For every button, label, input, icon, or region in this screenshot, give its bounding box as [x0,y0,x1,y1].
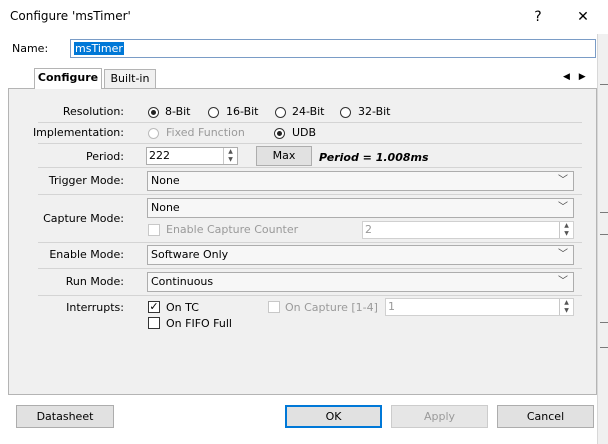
period-value: 222 [149,149,170,162]
chevron-down-icon: ﹀ [558,249,568,260]
enable-capture-counter-checkbox[interactable] [148,224,160,236]
ok-button[interactable]: OK [285,405,382,428]
row-divider [38,122,582,123]
name-field[interactable]: msTimer [70,39,596,58]
period-input[interactable]: 222 ▲ ▼ [146,147,238,165]
on-capture-checkbox[interactable] [268,301,280,313]
on-fifo-full-checkbox[interactable] [148,317,160,329]
row-divider [38,295,582,296]
capture-mode-select[interactable]: None ﹀ [147,198,574,218]
capture-mode-label: Capture Mode: [43,212,124,225]
window-title: Configure 'msTimer' [10,9,131,23]
spinner-arrows-icon[interactable]: ▲ ▼ [559,299,573,315]
chevron-down-icon: ﹀ [558,175,568,186]
radio-fixed-function[interactable] [148,128,159,139]
max-button[interactable]: Max [256,146,312,166]
trigger-mode-select[interactable]: None ﹀ [147,171,574,191]
name-value: msTimer [74,42,124,55]
apply-button[interactable]: Apply [391,405,488,428]
radio-16-bit[interactable] [208,107,219,118]
chevron-down-icon: ﹀ [558,276,568,287]
on-tc-label: On TC [166,301,199,314]
interrupts-label: Interrupts: [66,301,124,314]
on-tc-checkbox[interactable]: ✓ [148,301,160,313]
datasheet-button[interactable]: Datasheet [16,405,114,428]
radio-24-bit[interactable] [275,107,286,118]
close-button[interactable]: ✕ [570,4,596,30]
capture-mode-value: None [151,201,180,214]
row-divider [38,242,582,243]
radio-8-bit[interactable] [148,107,159,118]
radio-fixed-function-label: Fixed Function [166,126,245,139]
period-info: Period = 1.008ms [319,151,429,164]
run-mode-label: Run Mode: [65,275,124,288]
trigger-mode-value: None [151,174,180,187]
radio-udb-label: UDB [292,126,317,139]
enable-mode-label: Enable Mode: [49,248,124,261]
implementation-label: Implementation: [32,126,124,139]
background-window-edge [597,34,608,444]
radio-24-bit-label: 24-Bit [292,105,325,118]
spinner-arrows-icon[interactable]: ▲ ▼ [223,148,237,164]
cancel-button[interactable]: Cancel [497,405,594,428]
enable-capture-counter-label: Enable Capture Counter [166,223,299,236]
on-capture-input[interactable]: 1 ▲ ▼ [385,298,574,316]
period-label: Period: [85,150,124,163]
row-divider [38,167,582,168]
radio-32-bit[interactable] [340,107,351,118]
row-divider [38,194,582,195]
name-label: Name: [12,42,49,55]
capture-counter-input[interactable]: 2 ▲ ▼ [362,221,574,239]
help-button[interactable]: ? [525,4,551,30]
on-fifo-full-label: On FIFO Full [166,317,232,330]
radio-udb[interactable] [274,128,285,139]
on-capture-value: 1 [388,300,395,313]
trigger-mode-label: Trigger Mode: [48,174,124,187]
run-mode-select[interactable]: Continuous ﹀ [147,272,574,292]
row-divider [38,143,582,144]
on-capture-label: On Capture [1-4] [285,301,378,314]
run-mode-value: Continuous [151,275,214,288]
tab-configure[interactable]: Configure [34,68,102,89]
tab-scroll-arrows-icon[interactable]: ◀ ▶ [563,72,589,82]
spinner-arrows-icon[interactable]: ▲ ▼ [559,222,573,238]
tab-built-in[interactable]: Built-in [104,69,156,89]
enable-mode-select[interactable]: Software Only ﹀ [147,245,574,265]
row-divider [38,268,582,269]
chevron-down-icon: ﹀ [558,202,568,213]
radio-8-bit-label: 8-Bit [165,105,191,118]
capture-counter-value: 2 [365,223,372,236]
enable-mode-value: Software Only [151,248,229,261]
resolution-label: Resolution: [62,105,124,118]
radio-32-bit-label: 32-Bit [358,105,391,118]
radio-16-bit-label: 16-Bit [226,105,259,118]
